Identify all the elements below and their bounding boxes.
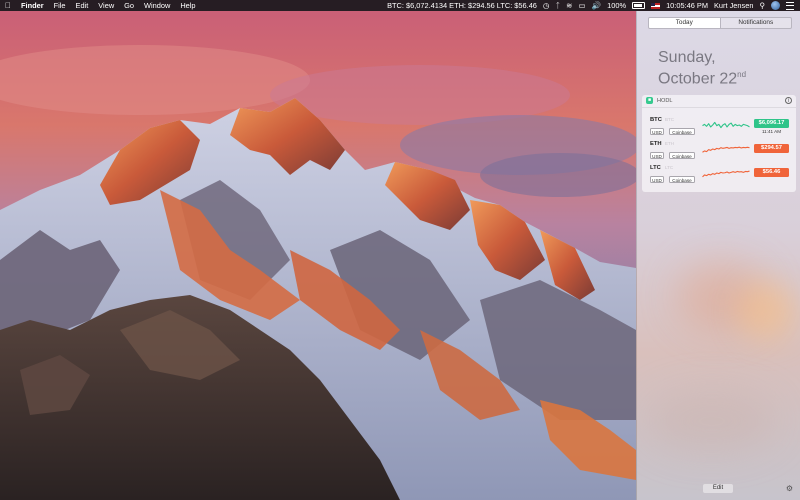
user-name[interactable]: Kurt Jensen	[714, 0, 753, 11]
tab-notifications[interactable]: Notifications	[719, 18, 791, 28]
exchange-pill[interactable]: Coinbase	[669, 128, 695, 135]
hodl-app-icon: ■	[646, 97, 653, 104]
sparkline-path	[702, 121, 750, 129]
coin-symbol: BTC	[650, 117, 662, 123]
coin-row-eth[interactable]: ETH ETH USD Coinbase $294.57	[642, 141, 796, 164]
menu-app-finder[interactable]: Finder	[16, 0, 49, 11]
last-updated-time: 11:41 AM	[761, 129, 782, 134]
sparkline-path	[702, 170, 750, 178]
menu-edit[interactable]: Edit	[71, 0, 94, 11]
date-weekday: Sunday,	[658, 49, 716, 66]
info-icon[interactable]: i	[785, 97, 792, 104]
currency-pill[interactable]: USD	[650, 128, 664, 135]
spotlight-search-icon[interactable]: ⚲	[759, 0, 765, 11]
menu-window[interactable]: Window	[139, 0, 175, 11]
settings-gear-icon[interactable]: ⚙	[785, 484, 794, 493]
menu-clock[interactable]: 10:05:46 PM	[666, 0, 708, 11]
today-date: Sunday, October 22nd	[658, 49, 746, 87]
battery-percent[interactable]: 100%	[607, 0, 626, 11]
exchange-pill[interactable]: Coinbase	[669, 152, 695, 159]
tab-today[interactable]: Today	[649, 18, 720, 28]
price-badge[interactable]: $6,096.17	[754, 119, 789, 128]
airplay-icon[interactable]: ▭	[579, 0, 586, 11]
coin-row-ltc[interactable]: LTC LTC USD Coinbase $56.46	[642, 165, 796, 188]
notification-center-tabs: Today Notifications	[648, 17, 792, 29]
coin-symbol-faded: ETH	[665, 141, 674, 146]
date-month-day: October 22nd	[658, 70, 747, 88]
menu-view[interactable]: View	[93, 0, 119, 11]
status-menus: BTC: $6,072.4134 ETH: $294.56 LTC: $56.4…	[381, 0, 800, 11]
edit-button[interactable]: Edit	[703, 484, 733, 493]
bluetooth-icon[interactable]: ᛏ	[556, 0, 561, 11]
panel-blur-decoration	[737, 281, 797, 341]
coin-row-btc[interactable]: BTC BTC USD Coinbase $6,096.17 11:41 AM	[642, 117, 796, 140]
menu-help[interactable]: Help	[175, 0, 200, 11]
siri-icon[interactable]	[771, 1, 780, 10]
price-sparkline	[702, 146, 750, 153]
sparkline-path	[702, 146, 750, 153]
notification-center-panel: Today Notifications Sunday, October 22nd…	[636, 11, 800, 500]
price-badge[interactable]: $56.46	[754, 168, 789, 177]
widget-header: ■ HODL i	[642, 95, 796, 108]
crypto-ticker[interactable]: BTC: $6,072.4134 ETH: $294.56 LTC: $56.4…	[387, 0, 537, 11]
price-sparkline	[702, 170, 750, 178]
panel-blur-decoration	[647, 391, 777, 451]
input-source-flag-icon[interactable]	[651, 2, 661, 9]
price-sparkline	[702, 121, 750, 129]
menu-file[interactable]: File	[49, 0, 71, 11]
volume-icon[interactable]: 🔊	[592, 0, 601, 11]
price-badge[interactable]: $294.57	[754, 144, 789, 153]
currency-pill[interactable]: USD	[650, 176, 664, 183]
time-machine-icon[interactable]: ◷	[543, 0, 550, 11]
hodl-widget: ■ HODL i BTC BTC USD Coinbase $6,096.17 …	[642, 95, 796, 192]
notification-center-icon[interactable]	[786, 1, 794, 10]
widget-title: HODL	[657, 98, 673, 104]
coin-symbol-faded: LTC	[665, 165, 674, 170]
menu-bar:  Finder File Edit View Go Window Help B…	[0, 0, 800, 11]
wifi-icon[interactable]: ≋	[566, 0, 572, 11]
currency-pill[interactable]: USD	[650, 152, 664, 159]
coin-symbol: LTC	[650, 165, 661, 171]
coin-symbol-faded: BTC	[665, 117, 674, 122]
apple-logo-icon[interactable]: 	[0, 0, 16, 11]
menu-go[interactable]: Go	[119, 0, 139, 11]
exchange-pill[interactable]: Coinbase	[669, 176, 695, 183]
coin-symbol: ETH	[650, 141, 662, 147]
battery-icon[interactable]	[632, 2, 646, 9]
